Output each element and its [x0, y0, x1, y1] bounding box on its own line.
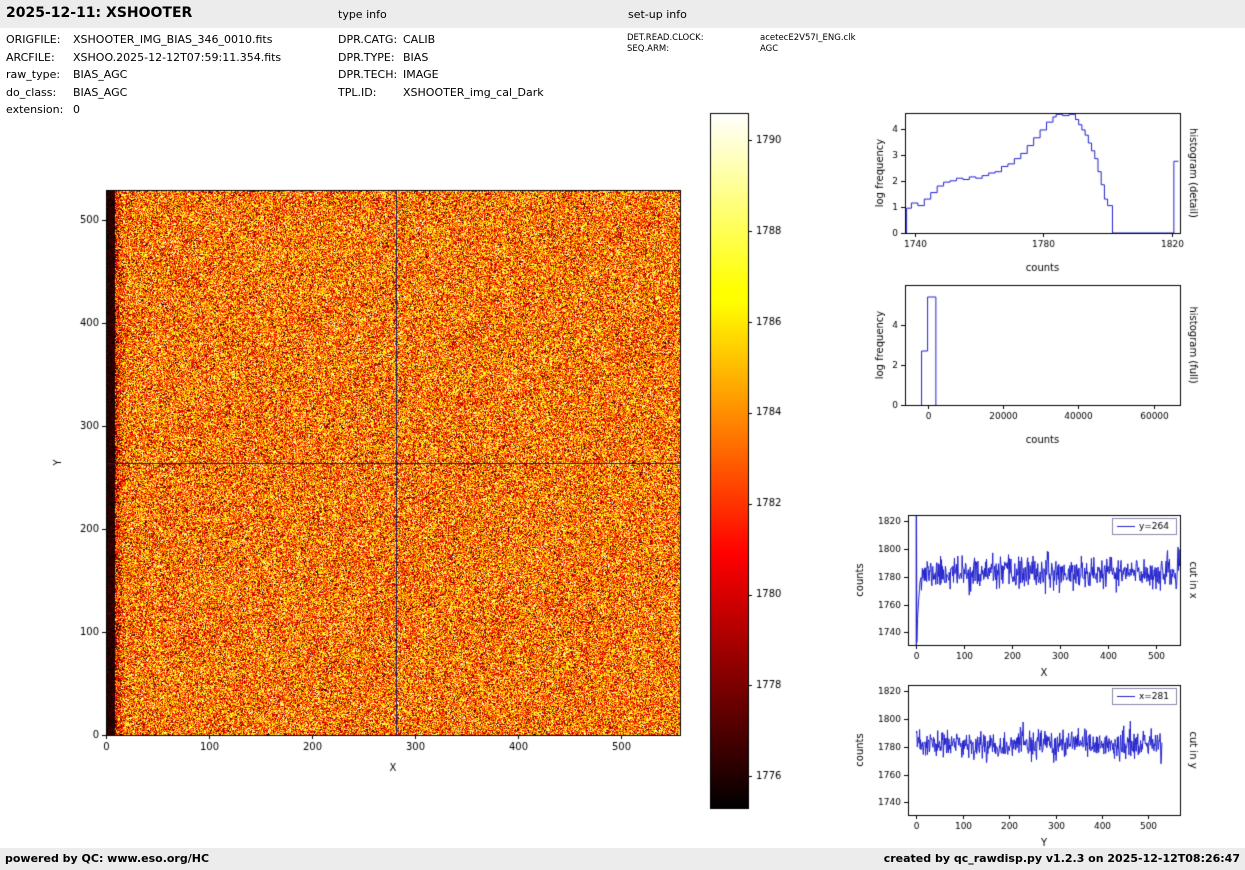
meta-value: XSHOO.2025-12-12T07:59:11.354.fits — [73, 50, 282, 64]
setup-info-block: DET.READ.CLOCK: acetecE2V57I_ENG.clk SEQ.… — [627, 33, 856, 55]
meta-label: ARCFILE: — [6, 50, 55, 64]
meta-label: DPR.CATG: — [338, 33, 398, 46]
meta-value: IMAGE — [403, 68, 439, 81]
meta-row-dprtype: DPR.TYPE: BIAS — [338, 49, 544, 67]
type-info-block: DPR.CATG: CALIB DPR.TYPE: BIAS DPR.TECH: IM… — [338, 31, 544, 101]
meta-value: CALIB — [403, 33, 436, 46]
footer-created-by: created by qc_rawdisp.py v1.2.3 on 2025-… — [883, 852, 1240, 865]
meta-label: raw_type: — [6, 68, 61, 81]
meta-row-dprtech: DPR.TECH: IMAGE — [338, 66, 544, 84]
page-title: 2025-12-11: XSHOOTER — [6, 5, 193, 21]
type-info-heading: type info — [338, 8, 387, 21]
cut-in-x-plot — [850, 505, 1220, 680]
meta-row-arcfile: ARCFILE: XSHOO.2025-12-12T07:59:11.354.fi… — [6, 49, 281, 67]
cut-in-y-plot — [850, 675, 1220, 850]
meta-row-dprcatg: DPR.CATG: CALIB — [338, 31, 544, 49]
footer-bar: powered by QC: www.eso.org/HC created by… — [0, 848, 1245, 870]
meta-value: BIAS — [403, 50, 429, 64]
meta-row-seqarm: SEQ.ARM: AGC — [627, 44, 856, 55]
meta-label: SEQ.ARM: — [627, 44, 670, 54]
histogram-detail-plot — [850, 105, 1220, 275]
meta-label: DPR.TYPE: — [338, 50, 395, 64]
meta-label: DPR.TECH: — [338, 68, 398, 81]
meta-value: AGC — [760, 44, 779, 54]
meta-label: DET.READ.CLOCK: — [627, 33, 704, 43]
meta-row-readclock: DET.READ.CLOCK: acetecE2V57I_ENG.clk — [627, 33, 856, 44]
meta-value: acetecE2V57I_ENG.clk — [760, 33, 856, 43]
meta-row-rawtype: raw_type: BIAS_AGC — [6, 66, 281, 84]
meta-row-origfile: ORIGFILE: XSHOOTER_IMG_BIAS_346_0010.fits — [6, 31, 281, 49]
meta-value: XSHOOTER_IMG_BIAS_346_0010.fits — [73, 33, 273, 46]
meta-label: ORIGFILE: — [6, 33, 61, 46]
header-bar: 2025-12-11: XSHOOTER type info set-up in… — [0, 0, 1245, 28]
histogram-full-plot — [850, 277, 1220, 447]
footer-powered-by: powered by QC: www.eso.org/HC — [5, 852, 210, 865]
meta-value: BIAS_AGC — [73, 68, 128, 81]
colorbar — [700, 105, 815, 825]
setup-info-heading: set-up info — [628, 8, 687, 21]
bias-image-heatmap — [30, 95, 730, 795]
